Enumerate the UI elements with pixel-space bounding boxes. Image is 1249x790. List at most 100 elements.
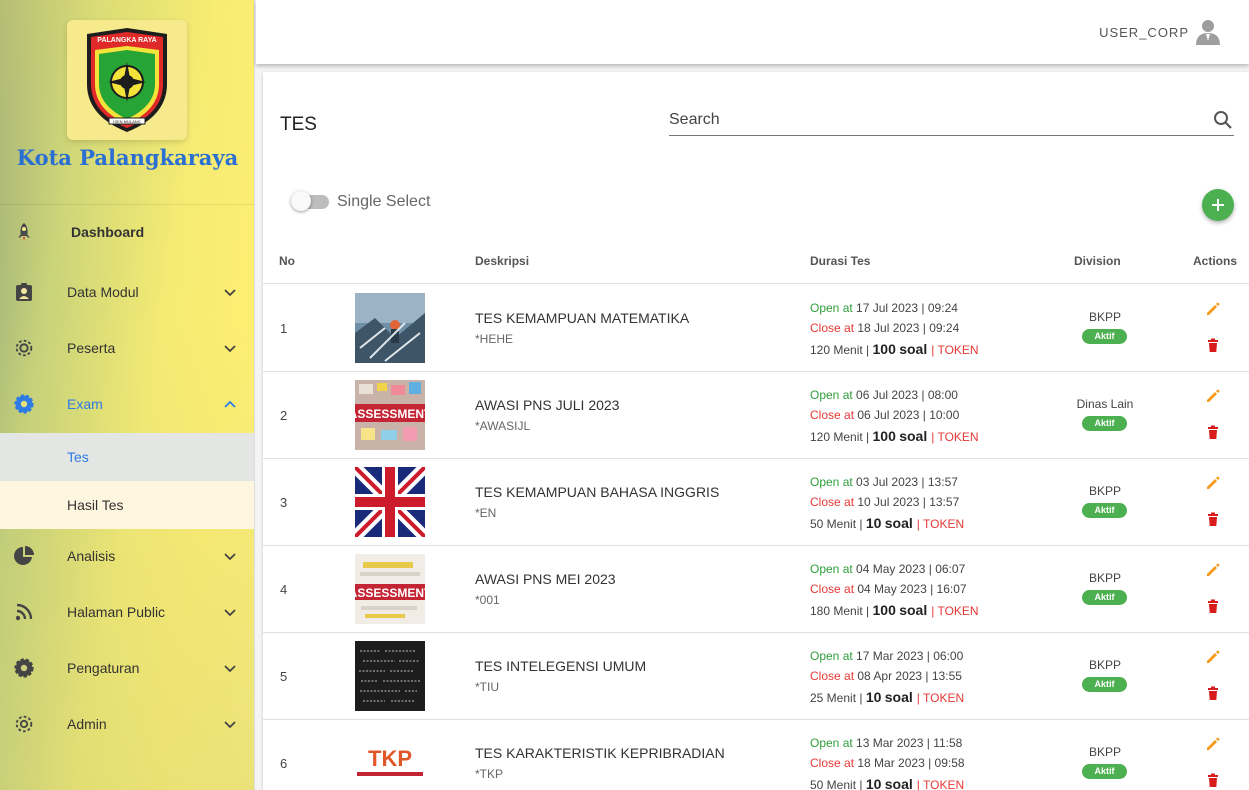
plus-icon — [1212, 199, 1224, 211]
test-title: TES KEMAMPUAN MATEMATIKA — [475, 310, 690, 326]
sidebar-item-admin[interactable]: Admin — [0, 700, 254, 748]
open-at-value: 04 May 2023 | 06:07 — [856, 562, 966, 576]
sidebar-item-label: Data Modul — [67, 284, 139, 300]
table-row: 5 TES INTELEGENSI UMUM *TIU Open at 17 Mar … — [263, 633, 1249, 720]
sidebar-item-peserta[interactable]: Peserta — [0, 324, 254, 372]
edit-pencil-icon[interactable] — [1205, 562, 1221, 578]
token-link[interactable]: | TOKEN — [931, 430, 978, 444]
open-at-label: Open at — [810, 475, 853, 489]
close-at: Close at 04 May 2023 | 16:07 — [810, 582, 967, 596]
open-at-label: Open at — [810, 301, 853, 315]
duration-value: 120 Menit | — [810, 343, 870, 357]
sidebar-item-data-modul[interactable]: Data Modul — [0, 268, 254, 316]
test-code: *HEHE — [475, 332, 514, 346]
edit-pencil-icon[interactable] — [1205, 649, 1221, 665]
sidebar-subitem-tes[interactable]: Tes — [0, 433, 254, 481]
col-no: No — [279, 254, 295, 268]
delete-trash-icon[interactable] — [1205, 337, 1221, 353]
search-input[interactable] — [669, 108, 1189, 132]
chevron-down-icon — [224, 609, 236, 617]
logo-title-text: PALANGKA RAYA — [97, 37, 156, 44]
duration-info: 180 Menit | 100 soal | TOKEN — [810, 602, 979, 618]
test-code: *001 — [475, 593, 500, 607]
shield-emblem-icon: PALANGKA RAYA ISEN MULANG — [87, 28, 167, 132]
close-at: Close at 06 Jul 2023 | 10:00 — [810, 408, 959, 422]
duration-value: 120 Menit | — [810, 430, 870, 444]
division-name: BKPP — [1088, 658, 1121, 672]
open-at-label: Open at — [810, 388, 853, 402]
col-deskripsi: Deskripsi — [475, 254, 530, 268]
token-link[interactable]: | TOKEN — [917, 517, 964, 531]
user-avatar-icon[interactable] — [1193, 16, 1223, 46]
single-select-toggle[interactable] — [291, 191, 329, 211]
col-durasi: Durasi Tes — [810, 254, 871, 268]
sidebar-item-dashboard[interactable]: Dashboard — [0, 208, 254, 256]
division-name: BKPP — [1088, 571, 1121, 585]
close-at: Close at 10 Jul 2023 | 13:57 — [810, 495, 959, 509]
edit-pencil-icon[interactable] — [1205, 475, 1221, 491]
token-link[interactable]: | TOKEN — [917, 778, 964, 790]
table-header: No Deskripsi Durasi Tes Division Actions — [263, 244, 1249, 284]
chevron-down-icon — [224, 721, 236, 729]
close-at-value: 06 Jul 2023 | 10:00 — [857, 408, 960, 422]
token-link[interactable]: | TOKEN — [917, 691, 964, 705]
duration-info: 120 Menit | 100 soal | TOKEN — [810, 428, 979, 444]
open-at: Open at 03 Jul 2023 | 13:57 — [810, 475, 958, 489]
col-division: Division — [1074, 254, 1121, 268]
search-icon[interactable] — [1212, 109, 1234, 131]
sidebar-item-label: Pengaturan — [67, 660, 140, 676]
open-at-label: Open at — [810, 736, 853, 750]
token-link[interactable]: | TOKEN — [931, 604, 978, 618]
sidebar-subitem-label: Tes — [67, 449, 89, 465]
brand-name: Kota Palangkaraya — [16, 145, 239, 170]
gear-outline-icon — [12, 712, 36, 736]
chevron-down-icon — [224, 345, 236, 353]
gear-icon — [12, 392, 36, 416]
close-at-label: Close at — [810, 408, 855, 422]
delete-trash-icon[interactable] — [1205, 511, 1221, 527]
single-select-label: Single Select — [337, 193, 431, 210]
division-name: BKPP — [1088, 745, 1121, 759]
question-count: 100 — [872, 341, 896, 357]
token-link[interactable]: | TOKEN — [931, 343, 978, 357]
delete-trash-icon[interactable] — [1205, 772, 1221, 788]
duration-info: 120 Menit | 100 soal | TOKEN — [810, 341, 979, 357]
edit-pencil-icon[interactable] — [1205, 388, 1221, 404]
open-at: Open at 17 Mar 2023 | 06:00 — [810, 649, 963, 663]
search-box[interactable] — [669, 106, 1234, 136]
test-thumbnail — [355, 641, 425, 711]
open-at: Open at 13 Mar 2023 | 11:58 — [810, 736, 962, 750]
sidebar-subitem-hasil-tes[interactable]: Hasil Tes — [0, 481, 254, 529]
sidebar-item-pengaturan[interactable]: Pengaturan — [0, 644, 254, 692]
chevron-down-icon — [224, 553, 236, 561]
user-name[interactable]: USER_CORP — [1099, 25, 1189, 40]
question-unit: soal — [899, 341, 928, 357]
row-number: 1 — [280, 321, 288, 336]
rss-icon — [12, 600, 36, 624]
question-unit: soal — [899, 602, 928, 618]
delete-trash-icon[interactable] — [1205, 685, 1221, 701]
close-at-label: Close at — [810, 582, 855, 596]
close-at: Close at 08 Apr 2023 | 13:55 — [810, 669, 962, 683]
test-title: TES KEMAMPUAN BAHASA INGGRIS — [475, 484, 720, 500]
edit-pencil-icon[interactable] — [1205, 301, 1221, 317]
sidebar-item-exam[interactable]: Exam — [0, 380, 254, 428]
close-at-label: Close at — [810, 669, 855, 683]
table-row: 3 TES KEMAMPUAN BAHASA INGGRIS *EN Open at … — [263, 459, 1249, 546]
delete-trash-icon[interactable] — [1205, 424, 1221, 440]
delete-trash-icon[interactable] — [1205, 598, 1221, 614]
city-logo: PALANGKA RAYA ISEN MULANG — [67, 20, 187, 140]
question-unit: soal — [884, 515, 913, 531]
status-badge: Aktif — [1082, 764, 1127, 779]
sidebar: PALANGKA RAYA ISEN MULANG Kota Palangkar… — [0, 0, 255, 790]
sidebar-item-halaman-public[interactable]: Halaman Public — [0, 588, 254, 636]
sidebar-item-label: Exam — [67, 396, 103, 412]
sidebar-item-label: Dashboard — [71, 224, 145, 240]
table-row: 6 TKP TES KARAKTERISTIK KEPRIBRADIAN *TKP Op… — [263, 720, 1249, 790]
add-test-button[interactable] — [1202, 189, 1234, 221]
edit-pencil-icon[interactable] — [1205, 736, 1221, 752]
sidebar-item-analisis[interactable]: Analisis — [0, 532, 254, 580]
test-thumbnail: TKP — [355, 728, 425, 790]
duration-info: 25 Menit | 10 soal | TOKEN — [810, 689, 964, 705]
duration-value: 180 Menit | — [810, 604, 870, 618]
